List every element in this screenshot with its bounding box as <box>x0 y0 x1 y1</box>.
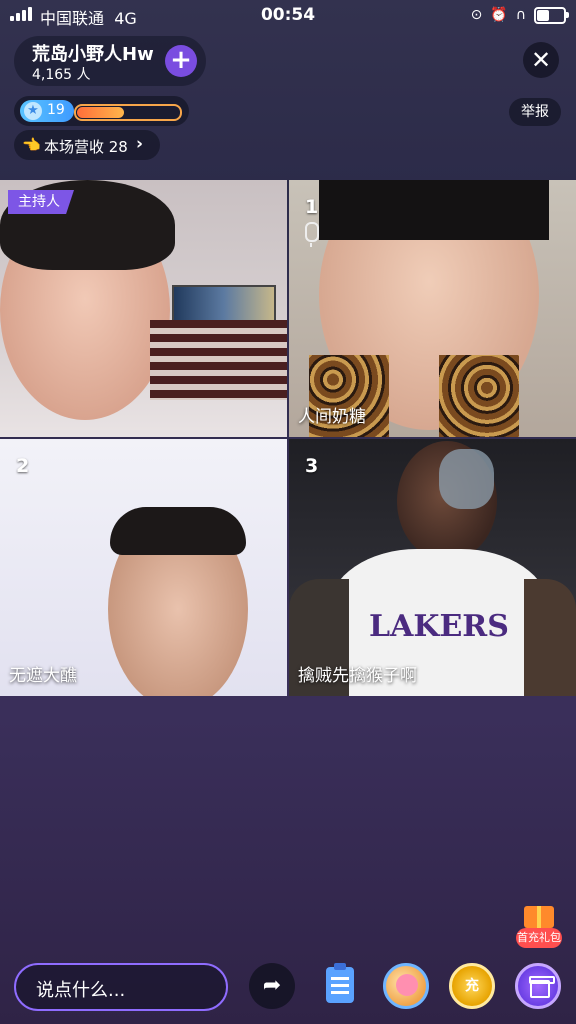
status-bar: 中国联通 4G 00:54 ⊙ ⏰ ∩ <box>0 0 576 30</box>
battery-icon <box>534 6 569 24</box>
close-button[interactable]: ✕ <box>523 42 559 78</box>
alarm-icon: ⏰ <box>490 7 508 23</box>
seat-2[interactable]: 2 无遮大醮 <box>0 439 287 696</box>
seat-host[interactable]: 主持人 <box>0 180 287 437</box>
gift-icon <box>529 976 555 998</box>
headphones-icon: ∩ <box>515 7 526 23</box>
gift-button[interactable] <box>515 963 561 1009</box>
game-icon <box>396 974 418 996</box>
seat-user-name: 擒贼先擒猴子啊 <box>298 666 417 686</box>
task-list-icon <box>326 963 354 1003</box>
follow-button[interactable]: + <box>165 45 197 77</box>
level-pill[interactable]: ★ 19 <box>14 96 189 126</box>
level-number: 19 <box>47 102 65 118</box>
share-icon: ➦ <box>262 973 282 998</box>
level-progress-bar <box>74 104 182 121</box>
coin-hand-icon: 👈 <box>22 136 41 154</box>
recharge-button[interactable]: 充 <box>449 963 495 1009</box>
seat-number: 2 <box>16 455 30 477</box>
share-button[interactable]: ➦ <box>249 963 295 1009</box>
level-badge: ★ 19 <box>20 100 74 122</box>
video-grid: 主持人 1 人间奶糖 2 无遮大醮 LAKERS 3 擒贼先擒猴子啊 <box>0 180 576 696</box>
chat-input[interactable]: 说点什么... <box>14 963 228 1011</box>
first-recharge-gift-button[interactable]: 首充礼包 <box>516 906 562 952</box>
lock-rotation-icon: ⊙ <box>470 7 483 23</box>
revenue-label: 本场营收 28 <box>44 138 128 156</box>
task-list-button[interactable] <box>318 963 364 1009</box>
host-badge: 主持人 <box>8 190 74 214</box>
microphone-icon <box>305 222 319 247</box>
seat-user-name: 无遮大醮 <box>9 666 77 686</box>
seat-number: 1 <box>305 196 319 218</box>
chevron-right-icon: › <box>136 134 144 154</box>
star-icon: ★ <box>24 102 42 120</box>
chat-placeholder: 说点什么... <box>36 980 126 1001</box>
game-button[interactable] <box>383 963 429 1009</box>
seat-number: 3 <box>305 455 319 477</box>
revenue-pill[interactable]: 👈 本场营收 28 › <box>14 130 160 160</box>
room-name: 荒岛小野人Hw <box>32 44 154 65</box>
first-recharge-label: 首充礼包 <box>516 928 562 948</box>
viewer-count: 4,165 人 <box>32 67 91 83</box>
coin-recharge-icon: 充 <box>465 978 479 994</box>
seat-3[interactable]: LAKERS 3 擒贼先擒猴子啊 <box>289 439 576 696</box>
first-recharge-gift-icon <box>524 906 554 928</box>
report-button[interactable]: 举报 <box>509 98 561 126</box>
seat-user-name: 人间奶糖 <box>298 407 366 427</box>
seat-1[interactable]: 1 人间奶糖 <box>289 180 576 437</box>
